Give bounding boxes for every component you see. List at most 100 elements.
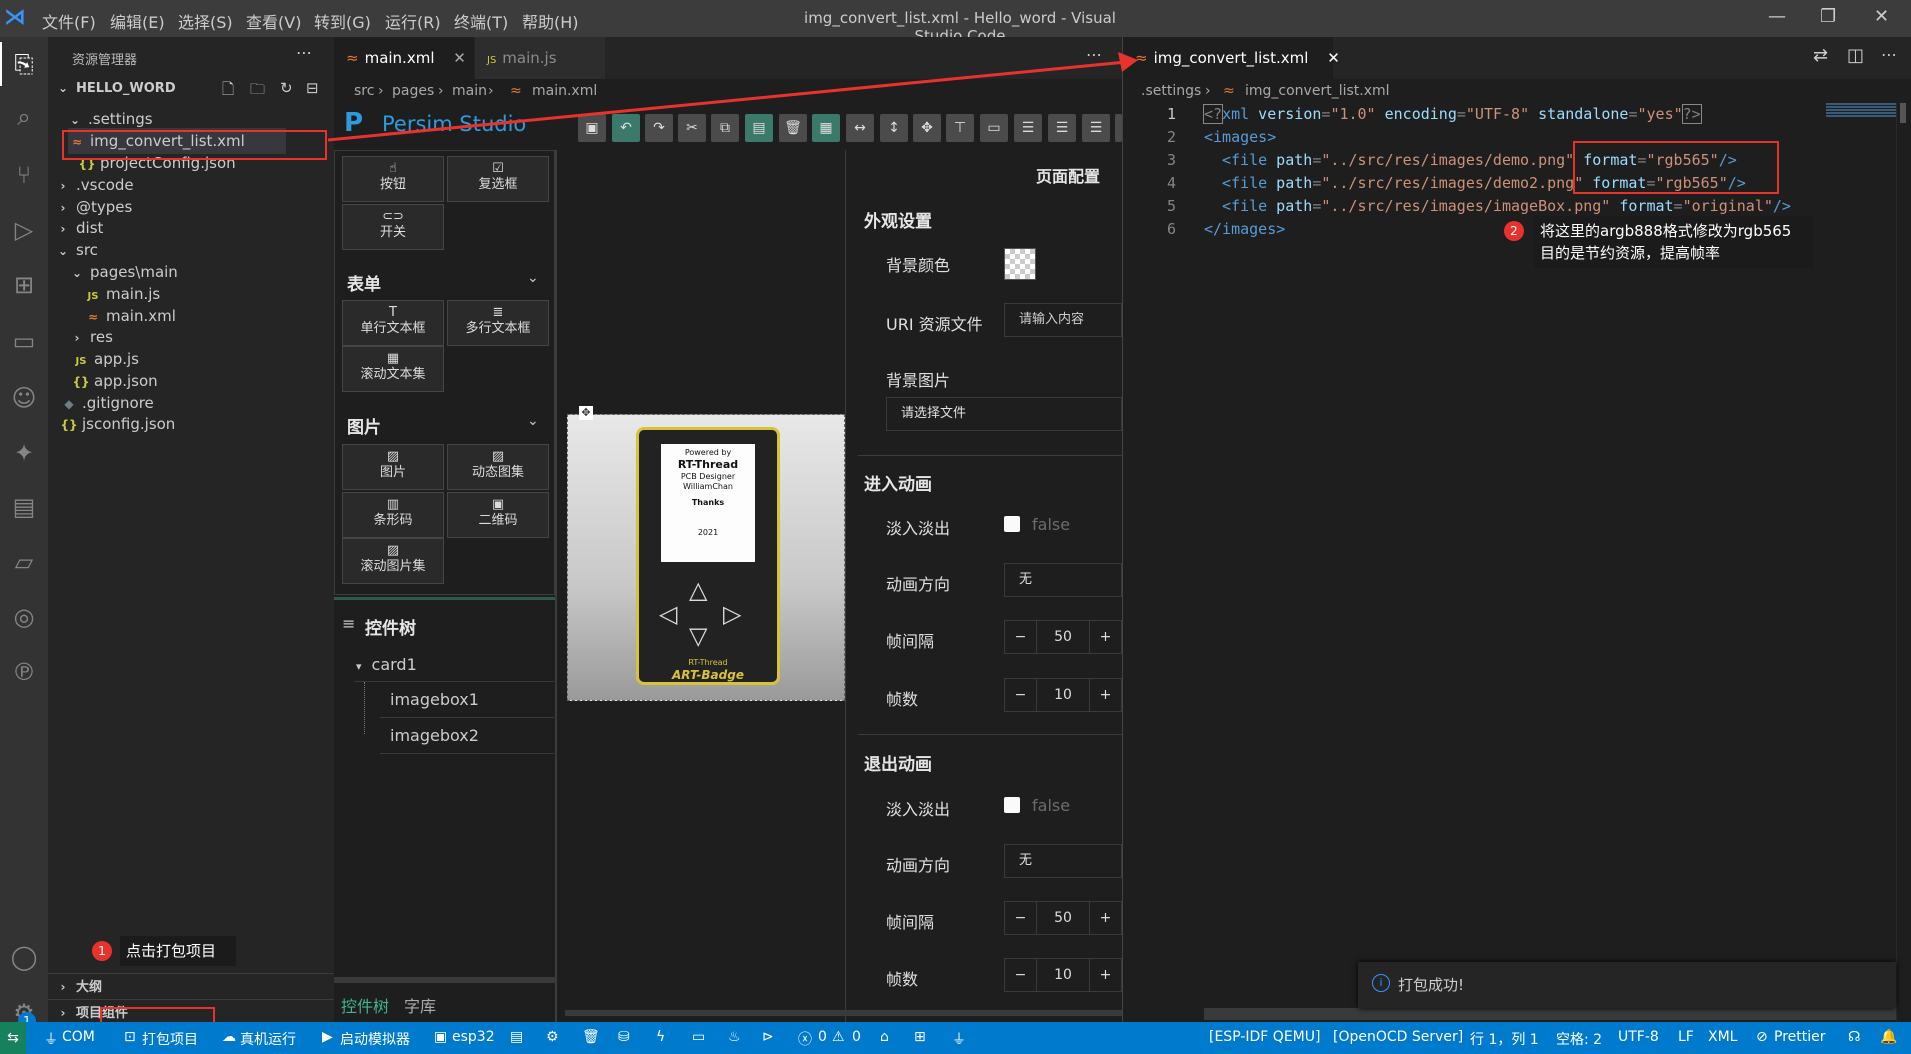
plus-button[interactable]: + — [1089, 679, 1121, 711]
component-checkbox[interactable]: ☑ 复选框 — [447, 156, 549, 202]
component-scroll-text[interactable]: ▦ 滚动文本集 — [342, 346, 444, 392]
component-multi-text[interactable]: ≣ 多行文本框 — [447, 300, 549, 346]
code-line-2[interactable]: <images> — [1204, 126, 1276, 149]
minus-button[interactable]: − — [1005, 621, 1037, 653]
folder-icon[interactable]: ▤ — [510, 1029, 523, 1045]
indentation[interactable]: 空格: 2 — [1556, 1029, 1602, 1049]
device-run-button[interactable]: 真机运行 — [240, 1029, 296, 1049]
panel-splitter[interactable] — [334, 597, 555, 600]
component-image[interactable]: ▨ 图片 — [342, 444, 444, 490]
end-of-line[interactable]: LF — [1678, 1029, 1694, 1045]
menu-go[interactable]: 转到(G) — [314, 9, 371, 33]
chip-selector[interactable]: esp32 — [452, 1029, 495, 1045]
espressif-icon[interactable]: ◎ — [6, 599, 42, 635]
folder-icon[interactable]: ▱ — [6, 544, 42, 580]
menu-run[interactable]: 运行(R) — [385, 9, 441, 33]
openocd-status[interactable]: [OpenOCD Server] — [1333, 1029, 1463, 1045]
notes-icon[interactable]: ▤ — [6, 489, 42, 525]
component-scroll-images[interactable]: ▨ 滚动图片集 — [342, 538, 444, 584]
menu-terminal[interactable]: 终端(T) — [454, 9, 508, 33]
exit-interval-stepper[interactable]: − 50 + — [1004, 901, 1122, 935]
fade-checkbox[interactable] — [1004, 516, 1020, 532]
tab-font-library[interactable]: 字库 — [404, 993, 436, 1017]
platformio-icon[interactable]: ☺ — [6, 380, 42, 416]
new-file-icon[interactable]: 🗋 — [222, 79, 234, 104]
refresh-icon[interactable]: ↻ — [280, 79, 293, 97]
frames-stepper[interactable]: − 10 + — [1004, 678, 1122, 712]
rt-thread-icon[interactable]: ✦ — [6, 435, 42, 471]
more-actions-icon[interactable]: ⋯ — [296, 43, 312, 62]
compare-changes-icon[interactable]: ⇄ — [1813, 45, 1828, 66]
qemu-status[interactable]: [ESP-IDF QEMU] — [1209, 1029, 1320, 1045]
home-icon[interactable]: ⌂ — [880, 1029, 889, 1045]
code-line-6[interactable]: </images> — [1204, 218, 1285, 241]
horizontal-scrollbar[interactable] — [1204, 1008, 1896, 1020]
prettier-status[interactable]: Prettier — [1774, 1029, 1826, 1045]
warning-count[interactable]: 0 — [852, 1029, 861, 1045]
design-canvas[interactable]: Powered by RT-Thread PCB Designer Willia… — [567, 414, 845, 701]
tree-item-jsconfig[interactable]: {} jsconfig.json — [60, 411, 175, 437]
collapse-all-icon[interactable]: ⊟ — [306, 79, 319, 97]
feedback-icon[interactable]: ☊ — [1848, 1029, 1860, 1045]
component-button[interactable]: ☝ 按钮 — [342, 156, 444, 202]
chevron-down-icon[interactable]: ⌄ — [527, 270, 539, 286]
remote-icon[interactable]: ⇆ — [0, 1022, 26, 1054]
move-handle-icon[interactable]: ✥ — [579, 406, 593, 420]
tab-img-convert-list[interactable]: ≈ img_convert_list.xml ✕ — [1123, 37, 1340, 79]
uri-input[interactable]: 请输入内容 — [1004, 303, 1122, 337]
bg-color-picker[interactable] — [1004, 248, 1036, 280]
tree-node-imagebox1[interactable]: imagebox1 — [380, 682, 554, 718]
component-animated-image[interactable]: ▨ 动态图集 — [447, 444, 549, 490]
cursor-position[interactable]: 行 1，列 1 — [1470, 1029, 1539, 1049]
more-actions-icon[interactable]: ⋯ — [1881, 45, 1897, 64]
run-debug-icon[interactable]: ▷ — [6, 212, 42, 248]
fire-icon[interactable]: ♨ — [728, 1029, 741, 1045]
add-icon[interactable]: ⊞ — [914, 1029, 926, 1045]
plus-button[interactable]: + — [1089, 621, 1121, 653]
scrollbar-thumb[interactable] — [1900, 103, 1906, 123]
code-line-1[interactable]: <?xml version="1.0" encoding="UTF-8" sta… — [1202, 103, 1702, 126]
source-control-icon[interactable]: ⑂ — [6, 157, 42, 193]
minimap[interactable] — [1826, 103, 1896, 117]
accounts-icon[interactable]: ◯ — [6, 939, 42, 975]
flash-icon[interactable]: ϟ — [656, 1029, 665, 1045]
plus-button[interactable]: + — [1089, 902, 1121, 934]
menu-edit[interactable]: 编辑(E) — [110, 9, 165, 33]
language-mode[interactable]: XML — [1708, 1029, 1737, 1045]
remote-explorer-icon[interactable]: ▭ — [6, 323, 42, 359]
horizontal-scrollbar[interactable] — [334, 977, 555, 983]
minus-button[interactable]: − — [1005, 679, 1037, 711]
menu-view[interactable]: 查看(V) — [246, 9, 301, 33]
close-tab-icon[interactable]: ✕ — [1327, 49, 1340, 67]
tree-node-card1[interactable]: ▾ card1 — [354, 648, 554, 682]
new-folder-icon[interactable]: 🗀 — [250, 79, 265, 104]
interval-stepper[interactable]: − 50 + — [1004, 620, 1122, 654]
interval-value[interactable]: 50 — [1037, 621, 1089, 653]
breadcrumb-file[interactable]: img_convert_list.xml — [1245, 79, 1390, 103]
exit-direction-select[interactable]: 无 — [1004, 844, 1122, 878]
frames-value[interactable]: 10 — [1037, 679, 1089, 711]
menu-selection[interactable]: 选择(S) — [178, 9, 233, 33]
outline-section[interactable]: › 大纲 — [54, 974, 103, 1000]
bg-image-select[interactable]: 请选择文件 — [886, 397, 1122, 431]
restore-icon[interactable]: ❐ — [1820, 6, 1836, 27]
direction-select[interactable]: 无 — [1004, 563, 1122, 597]
tab-widget-tree[interactable]: 控件树 — [341, 993, 389, 1017]
extensions-icon[interactable]: ⊞ — [6, 267, 42, 303]
plug-icon[interactable]: ⏚ — [952, 1029, 966, 1049]
menu-help[interactable]: 帮助(H) — [522, 9, 579, 33]
tree-node-imagebox2[interactable]: imagebox2 — [380, 718, 554, 754]
workspace-root[interactable]: ⌄ HELLO_WORD — [54, 75, 176, 101]
split-editor-icon[interactable]: ◫ — [1847, 45, 1864, 66]
database-icon[interactable]: ⛁ — [618, 1029, 630, 1045]
start-simulator-button[interactable]: 启动模拟器 — [340, 1029, 410, 1049]
explorer-icon[interactable]: ⎘ — [6, 46, 42, 82]
component-switch[interactable]: ⊂⊃ 开关 — [342, 204, 444, 250]
exit-fade-checkbox[interactable] — [1004, 797, 1020, 813]
error-count[interactable]: 0 — [818, 1029, 827, 1045]
terminal-icon[interactable]: ⊳ — [762, 1029, 774, 1045]
code-line-5[interactable]: <file path="../src/res/images/imageBox.p… — [1222, 195, 1791, 218]
exit-interval-value[interactable]: 50 — [1037, 902, 1089, 934]
trash-icon[interactable]: 🗑 — [582, 1029, 600, 1045]
component-qrcode[interactable]: ▣ 二维码 — [447, 492, 549, 538]
